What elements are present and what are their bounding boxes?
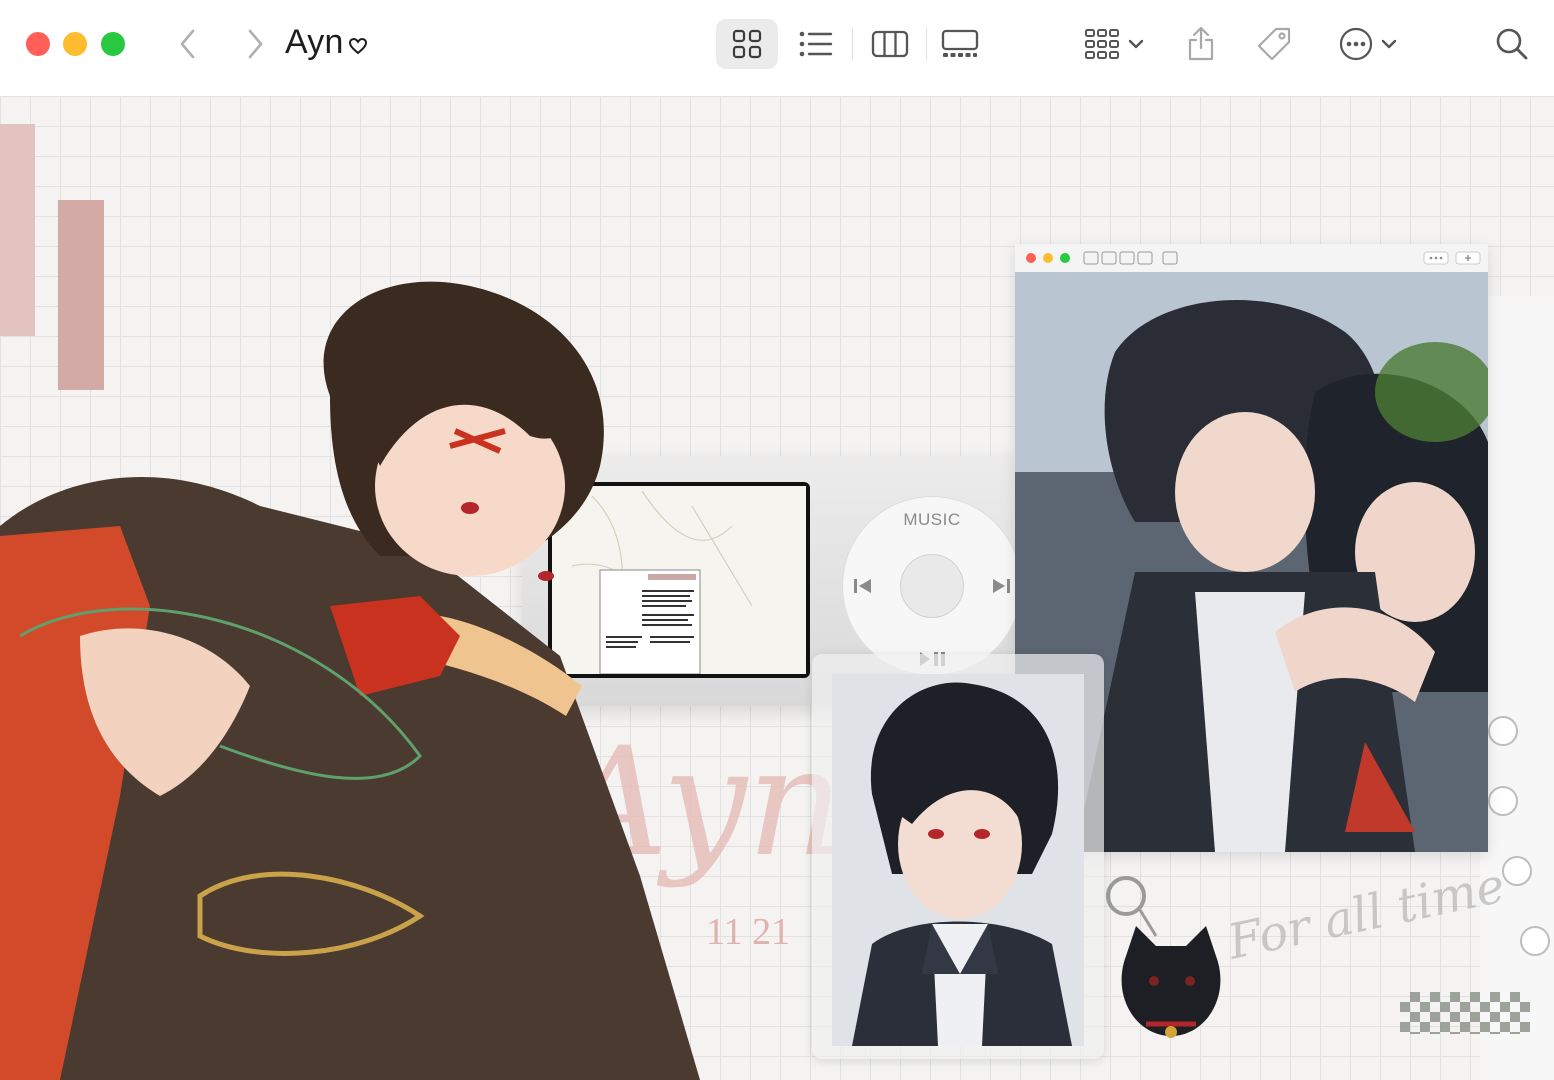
back-button[interactable] xyxy=(170,22,206,66)
mini-minimize-dot xyxy=(1043,253,1053,263)
binder-ring xyxy=(1488,786,1518,816)
mini-view-icons xyxy=(1083,251,1178,265)
binder-ring xyxy=(1488,716,1518,746)
mini-zoom-dot xyxy=(1060,253,1070,263)
desktop-wallpaper: Ayn 11 21 For all time MUSIC xyxy=(0,96,1554,1080)
list-view-icon xyxy=(799,31,833,57)
script-text: For all time xyxy=(1223,857,1510,971)
ellipsis-circle-icon xyxy=(1339,27,1373,61)
heart-outline-icon xyxy=(348,26,368,65)
window-title: Ayn xyxy=(285,20,368,64)
group-grid-icon xyxy=(1085,29,1119,59)
torn-paper-strip xyxy=(1480,296,1554,1080)
gallery-view-button[interactable] xyxy=(932,19,988,69)
grid-view-icon xyxy=(732,29,762,59)
toolbar-divider xyxy=(926,27,927,61)
checker-pattern xyxy=(1400,992,1530,1034)
column-view-button[interactable] xyxy=(862,19,918,69)
icon-view-button[interactable] xyxy=(716,19,778,69)
folder-name: Ayn xyxy=(285,22,344,61)
click-wheel: MUSIC xyxy=(842,496,1022,676)
zoom-window-button[interactable] xyxy=(101,32,125,56)
tag-button[interactable] xyxy=(1250,19,1298,69)
binder-ring xyxy=(1502,856,1532,886)
share-button[interactable] xyxy=(1178,19,1224,69)
mini-more-icon xyxy=(1423,251,1449,265)
wheel-center-button xyxy=(900,554,964,618)
list-view-button[interactable] xyxy=(788,19,844,69)
minimize-window-button[interactable] xyxy=(63,32,87,56)
tag-icon xyxy=(1257,27,1291,61)
photocard-sleeve xyxy=(812,654,1104,1059)
mini-add-icon xyxy=(1455,251,1481,265)
chevron-down-icon xyxy=(1381,39,1397,49)
close-window-button[interactable] xyxy=(26,32,50,56)
forward-button[interactable] xyxy=(237,22,273,66)
chevron-down-icon xyxy=(1128,39,1144,49)
share-icon xyxy=(1188,26,1214,61)
mini-close-dot xyxy=(1026,253,1036,263)
previous-track-icon xyxy=(854,579,871,593)
chevron-left-icon xyxy=(180,29,195,59)
search-icon xyxy=(1496,28,1528,60)
more-actions-button[interactable] xyxy=(1332,19,1404,69)
next-track-icon xyxy=(993,579,1010,593)
group-by-button[interactable] xyxy=(1076,19,1152,69)
cat-keychain-sticker xyxy=(1106,866,1236,1046)
photocard-artwork xyxy=(832,674,1084,1046)
toolbar-divider xyxy=(852,27,853,61)
wheel-menu-label: MUSIC xyxy=(903,510,961,529)
chevron-right-icon xyxy=(248,29,263,59)
search-button[interactable] xyxy=(1490,19,1534,69)
finder-toolbar: Ayn xyxy=(0,0,1554,96)
column-view-icon xyxy=(871,30,909,58)
mini-window-toolbar xyxy=(1015,244,1488,273)
character-illustration xyxy=(0,276,720,1080)
gallery-view-icon xyxy=(941,29,979,57)
binder-ring xyxy=(1520,926,1550,956)
